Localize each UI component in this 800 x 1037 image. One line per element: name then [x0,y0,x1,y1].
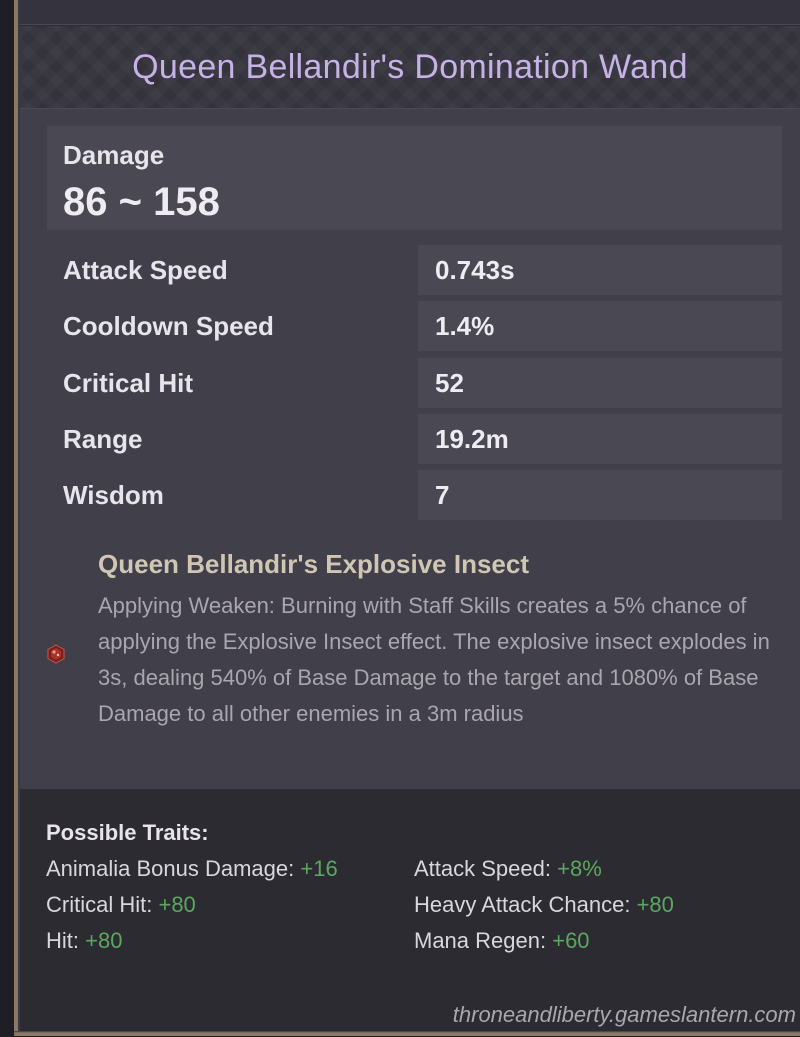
damage-value: 86 ~ 158 [63,180,220,224]
stat-name: Attack Speed [63,255,228,285]
tooltip-left-border [0,0,20,1037]
damage-label: Damage [63,140,165,170]
trait-name: Mana Regen: [414,928,547,953]
trait-name: Heavy Attack Chance: [414,892,631,917]
trait-name: Animalia Bonus Damage: [46,856,295,881]
stat-row-cooldown-speed: Cooldown Speed 1.4% [47,301,782,351]
trait-item: Mana Regen: +60 [414,928,590,954]
stat-value: 0.743s [435,255,515,285]
tooltip-top-strip [20,0,800,25]
stat-row-wisdom: Wisdom 7 [47,470,782,520]
damage-box: Damage 86 ~ 158 [47,126,782,230]
skill-description: Applying Weaken: Burning with Staff Skil… [98,593,770,726]
stat-name: Critical Hit [63,368,194,398]
stat-value: 7 [435,480,450,510]
trait-item: Heavy Attack Chance: +80 [414,892,674,918]
item-header: Queen Bellandir's Domination Wand [20,26,800,109]
trait-bonus: +80 [158,892,196,917]
trait-bonus: +60 [552,928,590,953]
trait-bonus: +80 [85,928,123,953]
stat-value: 52 [435,368,464,398]
trait-bonus: +8% [557,856,602,881]
item-tooltip: Queen Bellandir's Domination Wand Damage… [0,0,800,1037]
stat-value: 19.2m [435,424,509,454]
stat-name: Wisdom [63,480,164,510]
trait-item: Animalia Bonus Damage: +16 [46,856,338,882]
watermark: throneandliberty.gameslantern.com [452,1002,796,1027]
trait-bonus: +16 [300,856,338,881]
trait-name: Hit: [46,928,79,953]
stat-name: Cooldown Speed [63,311,274,341]
trait-item: Critical Hit: +80 [46,892,196,918]
stat-value-box: 19.2m [418,414,782,464]
stat-row-range: Range 19.2m [47,414,782,464]
stat-row-critical-hit: Critical Hit 52 [47,358,782,408]
traits-heading: Possible Traits: [46,820,209,845]
tooltip-bottom-border [14,1031,800,1037]
stat-value-box: 1.4% [418,301,782,351]
gem-icon [47,644,65,664]
trait-name: Attack Speed: [414,856,551,881]
stat-value: 1.4% [435,311,495,341]
stat-value-box: 52 [418,358,782,408]
stats-panel: Damage 86 ~ 158 Attack Speed 0.743s Cool… [20,109,800,789]
skill-title: Queen Bellandir's Explosive Insect [98,549,530,579]
stat-name: Range [63,424,143,454]
stat-value-box: 7 [418,470,782,520]
trait-item: Attack Speed: +8% [414,856,602,882]
stat-row-attack-speed: Attack Speed 0.743s [47,245,782,295]
trait-name: Critical Hit: [46,892,153,917]
trait-item: Hit: +80 [46,928,122,954]
stat-value-box: 0.743s [418,245,782,295]
traits-panel: Possible Traits: Animalia Bonus Damage: … [20,790,800,1031]
trait-bonus: +80 [636,892,674,917]
item-title: Queen Bellandir's Domination Wand [132,47,688,86]
